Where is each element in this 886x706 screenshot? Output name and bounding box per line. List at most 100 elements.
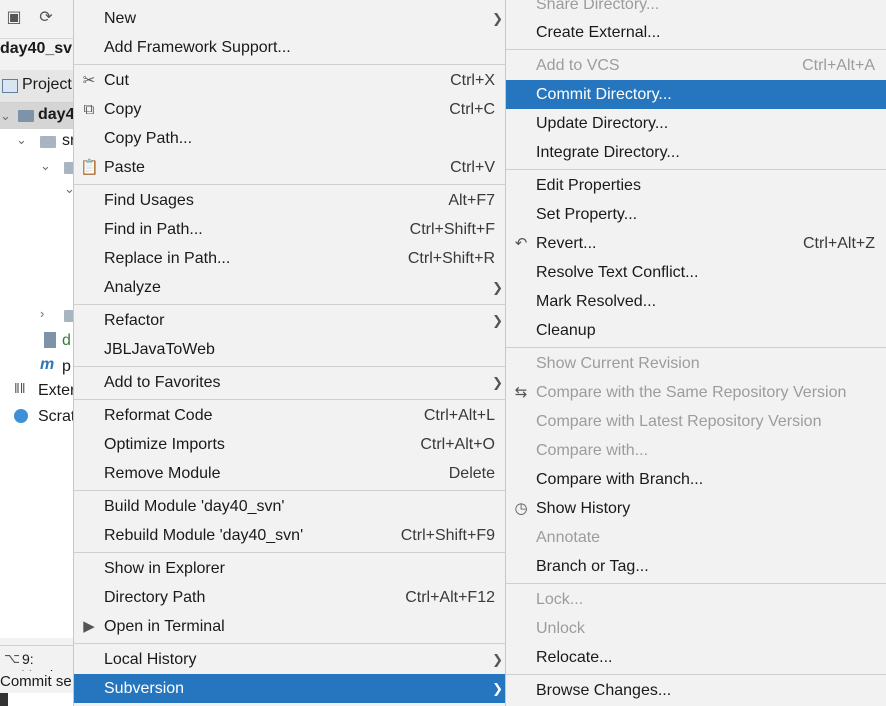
paste-icon: 📋	[80, 159, 99, 176]
chevron-right-icon: ❯	[492, 313, 503, 328]
module-folder-icon	[18, 110, 34, 122]
menu-item-find-usages[interactable]: Find Usages Alt+F7	[74, 186, 506, 215]
tree-row-module[interactable]: ⌄ day4	[0, 103, 74, 129]
menu-item-copy-path[interactable]: Copy Path...	[74, 124, 506, 153]
shortcut-label: Ctrl+Alt+F12	[405, 589, 495, 606]
menu-item-browse-changes[interactable]: Browse Changes...	[506, 676, 886, 705]
version-control-tab[interactable]: ⌥ 9: Versio	[0, 645, 74, 683]
tree-label: p	[62, 358, 71, 375]
menu-separator	[506, 347, 886, 348]
menu-item-label: Build Module 'day40_svn'	[104, 498, 285, 515]
menu-item-remove-module[interactable]: Remove Module Delete	[74, 459, 506, 488]
shortcut-label: Ctrl+Alt+Z	[802, 235, 875, 252]
tree-row-folder[interactable]: ⌄	[0, 181, 74, 207]
scissors-icon: ✂	[82, 72, 96, 89]
context-menu: New ❯ Add Framework Support... ✂ Cut Ctrl+X ⧉ C…	[74, 0, 506, 706]
menu-item-label: Browse Changes...	[536, 682, 672, 699]
menu-item-cleanup[interactable]: Cleanup	[506, 316, 886, 345]
menu-item-label: Relocate...	[536, 649, 613, 666]
menu-item-update-directory[interactable]: Update Directory...	[506, 109, 886, 138]
menu-item-label: Show Current Revision	[536, 355, 700, 372]
menu-item-show-current-revision: Show Current Revision	[506, 349, 886, 378]
menu-item-resolve-text-conflict[interactable]: Resolve Text Conflict...	[506, 258, 886, 287]
menu-item-directory-path[interactable]: Directory Path Ctrl+Alt+F12	[74, 583, 506, 612]
menu-item-label: Cleanup	[536, 322, 596, 339]
menu-item-label: Mark Resolved...	[536, 293, 657, 310]
menu-item-cut[interactable]: ✂ Cut Ctrl+X	[74, 66, 506, 95]
menu-item-show-history[interactable]: ◷ Show History	[506, 494, 886, 523]
tree-row-folder[interactable]: ⌄	[0, 155, 74, 181]
chevron-right-icon: ❯	[492, 681, 503, 696]
menu-item-local-history[interactable]: Local History ❯	[74, 645, 506, 674]
chevron-right-icon: ❯	[492, 11, 503, 26]
menu-item-label: Compare with the Same Repository Version	[536, 384, 847, 401]
scratches-icon	[14, 409, 28, 423]
tree-row-collapsed[interactable]: ›	[0, 303, 74, 329]
menu-item-refactor[interactable]: Refactor ❯	[74, 306, 506, 335]
menu-item-label: Compare with Branch...	[536, 471, 704, 488]
menu-item-set-property[interactable]: Set Property...	[506, 200, 886, 229]
bottom-panel	[0, 693, 74, 706]
menu-separator	[506, 49, 886, 50]
menu-item-label: Integrate Directory...	[536, 144, 680, 161]
shortcut-label: Ctrl+X	[450, 72, 495, 89]
menu-item-mark-resolved[interactable]: Mark Resolved...	[506, 287, 886, 316]
menu-item-revert[interactable]: ↶ Revert... Ctrl+Alt+Z	[506, 229, 886, 258]
menu-item-label: New	[104, 10, 137, 27]
menu-item-label: Add to VCS	[536, 57, 620, 74]
menu-item-label: Create External...	[536, 24, 661, 41]
menu-item-copy[interactable]: ⧉ Copy Ctrl+C	[74, 95, 506, 124]
menu-item-label: Reformat Code	[104, 407, 213, 424]
menu-item-create-external[interactable]: Create External...	[506, 18, 886, 47]
tree-row-file[interactable]: d	[0, 329, 74, 355]
sync-icon[interactable]: ⟳	[36, 8, 56, 28]
menu-separator	[506, 674, 886, 675]
shortcut-label: Ctrl+C	[449, 101, 495, 118]
menu-separator	[74, 366, 506, 367]
menu-item-label: Open in Terminal	[104, 618, 225, 635]
shortcut-label: Delete	[448, 465, 495, 482]
branch-icon: ⌥	[4, 650, 21, 666]
menu-item-reformat-code[interactable]: Reformat Code Ctrl+Alt+L	[74, 401, 506, 430]
menu-item-relocate[interactable]: Relocate...	[506, 643, 886, 672]
menu-item-compare-with-branch[interactable]: Compare with Branch...	[506, 465, 886, 494]
menu-item-new[interactable]: New ❯	[74, 4, 506, 33]
chevron-right-icon: ❯	[492, 375, 503, 390]
menu-item-branch-or-tag[interactable]: Branch or Tag...	[506, 552, 886, 581]
tree-row-external[interactable]: ‖‖ Exter	[0, 379, 74, 405]
project-tab[interactable]: Project	[0, 70, 74, 103]
menu-item-find-in-path[interactable]: Find in Path... Ctrl+Shift+F	[74, 215, 506, 244]
menu-item-label: Share Directory...	[536, 0, 660, 13]
menu-item-subversion[interactable]: Subversion ❯	[74, 674, 506, 703]
menu-item-edit-properties[interactable]: Edit Properties	[506, 171, 886, 200]
tree-row-pom[interactable]: m p	[0, 355, 74, 381]
menu-item-jbljavatoweb[interactable]: JBLJavaToWeb	[74, 335, 506, 364]
menu-item-paste[interactable]: 📋 Paste Ctrl+V	[74, 153, 506, 182]
tree-row-scratches[interactable]: Scrat	[0, 405, 74, 431]
folder-icon	[64, 162, 74, 174]
menu-item-rebuild-module-day40-svn[interactable]: Rebuild Module 'day40_svn' Ctrl+Shift+F9	[74, 521, 506, 550]
tree-row-src[interactable]: ⌄ sr	[0, 129, 74, 155]
menu-item-label: Optimize Imports	[104, 436, 225, 453]
menu-item-label: Show in Explorer	[104, 560, 225, 577]
file-icon	[44, 332, 56, 348]
menu-item-replace-in-path[interactable]: Replace in Path... Ctrl+Shift+R	[74, 244, 506, 273]
menu-item-open-in-terminal[interactable]: ▶ Open in Terminal	[74, 612, 506, 641]
menu-item-show-in-explorer[interactable]: Show in Explorer	[74, 554, 506, 583]
chevron-right-icon: ❯	[492, 280, 503, 295]
menu-item-label: Annotate	[536, 529, 601, 546]
save-icon[interactable]: ▣	[4, 8, 24, 28]
menu-item-optimize-imports[interactable]: Optimize Imports Ctrl+Alt+O	[74, 430, 506, 459]
menu-item-build-module-day40-svn[interactable]: Build Module 'day40_svn'	[74, 492, 506, 521]
menu-item-unlock: Unlock	[506, 614, 886, 643]
menu-item-analyze[interactable]: Analyze ❯	[74, 273, 506, 302]
menu-item-commit-directory[interactable]: Commit Directory...	[506, 80, 886, 109]
menu-item-integrate-directory[interactable]: Integrate Directory...	[506, 138, 886, 167]
menu-item-add-to-favorites[interactable]: Add to Favorites ❯	[74, 368, 506, 397]
chevron-down-icon: ⌄	[16, 132, 27, 147]
menu-item-label: Cut	[104, 72, 129, 89]
menu-item-label: Copy	[104, 101, 142, 118]
clock-icon: ◷	[514, 500, 528, 517]
menu-item-label: Revert...	[536, 235, 597, 252]
menu-item-add-framework-support[interactable]: Add Framework Support...	[74, 33, 506, 62]
